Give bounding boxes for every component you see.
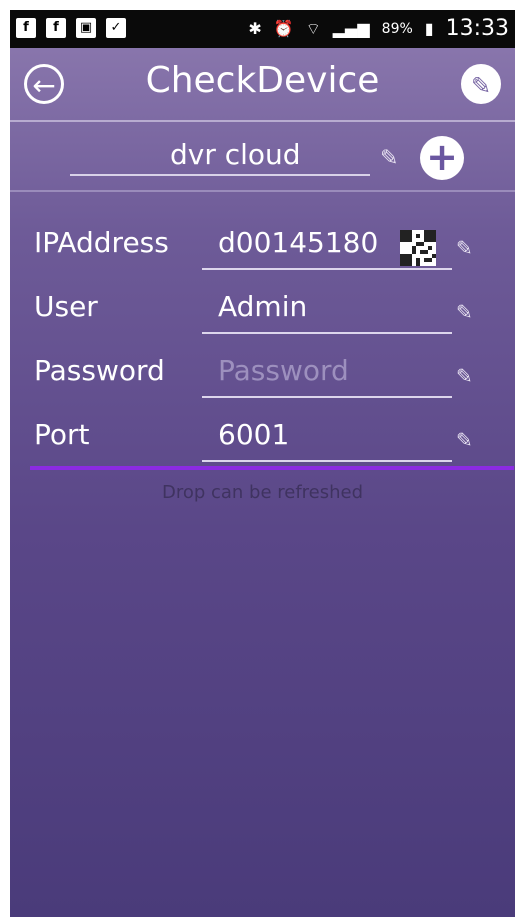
add-device-button[interactable]: + bbox=[420, 136, 464, 180]
battery-icon: ▮ bbox=[424, 19, 434, 38]
port-label: Port bbox=[34, 418, 90, 451]
ip-address-input[interactable]: d00145180 bbox=[218, 226, 378, 259]
ip-address-field: IPAddress d00145180 ✎ bbox=[10, 226, 515, 286]
facebook-icon: f bbox=[16, 18, 36, 38]
phone-screen: f f ▣ ✓ ✱ ⏰ ⌔ ▂▄▆ 89% ▮ 13:33 ← CheckDev… bbox=[10, 10, 515, 917]
bluetooth-icon: ✱ bbox=[248, 19, 262, 38]
alarm-icon: ⏰ bbox=[273, 19, 294, 38]
qr-code-icon[interactable] bbox=[400, 230, 436, 266]
pencil-icon[interactable]: ✎ bbox=[456, 300, 473, 324]
clock: 13:33 bbox=[445, 16, 509, 41]
user-label: User bbox=[34, 290, 98, 323]
user-input[interactable]: Admin bbox=[218, 290, 307, 323]
password-label: Password bbox=[34, 354, 165, 387]
user-field: User Admin ✎ bbox=[10, 290, 515, 350]
system-indicators: ✱ ⏰ ⌔ ▂▄▆ 89% ▮ 13:33 bbox=[248, 16, 509, 41]
port-input[interactable]: 6001 bbox=[218, 418, 289, 451]
pencil-icon: ✎ bbox=[470, 72, 492, 100]
notification-icons: f f ▣ ✓ bbox=[16, 18, 126, 38]
pencil-icon[interactable]: ✎ bbox=[456, 428, 473, 452]
password-field: Password Password ✎ bbox=[10, 354, 515, 414]
ip-address-label: IPAddress bbox=[34, 226, 169, 259]
device-divider bbox=[10, 190, 515, 192]
ip-address-underline bbox=[202, 268, 452, 270]
refresh-indicator-line bbox=[30, 466, 514, 470]
port-underline bbox=[202, 460, 452, 462]
status-bar: f f ▣ ✓ ✱ ⏰ ⌔ ▂▄▆ 89% ▮ 13:33 bbox=[10, 10, 515, 48]
pencil-icon[interactable]: ✎ bbox=[456, 364, 473, 388]
device-name-underline bbox=[70, 174, 370, 176]
refresh-hint: Drop can be refreshed bbox=[161, 482, 364, 503]
user-underline bbox=[202, 332, 452, 334]
pencil-icon[interactable]: ✎ bbox=[456, 236, 473, 260]
gallery-icon: ▣ bbox=[76, 18, 96, 38]
device-selector: dvr cloud ✎ + bbox=[10, 122, 515, 190]
wifi-icon: ⌔ bbox=[305, 18, 321, 38]
title-bar: ← CheckDevice ✎ bbox=[10, 48, 515, 122]
facebook-icon: f bbox=[46, 18, 66, 38]
pencil-icon[interactable]: ✎ bbox=[380, 146, 398, 171]
device-name[interactable]: dvr cloud bbox=[170, 138, 301, 171]
battery-percent: 89% bbox=[381, 20, 413, 37]
password-underline bbox=[202, 396, 452, 398]
signal-icon: ▂▄▆ bbox=[332, 19, 370, 38]
page-title: CheckDevice bbox=[145, 60, 380, 101]
edit-button[interactable]: ✎ bbox=[461, 64, 501, 104]
password-input[interactable]: Password bbox=[218, 354, 349, 387]
clipboard-icon: ✓ bbox=[106, 18, 126, 38]
plus-icon: + bbox=[426, 135, 458, 179]
